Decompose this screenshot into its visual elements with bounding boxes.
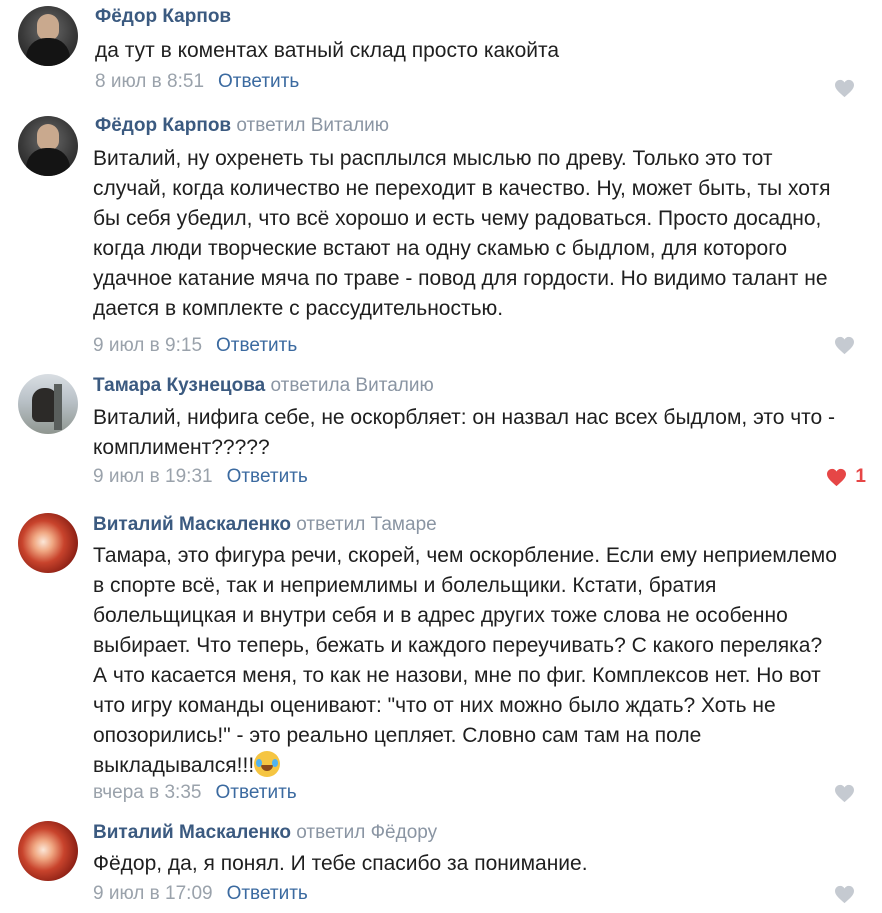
comment-meta: 9 июл в 17:09 Ответить — [93, 883, 308, 905]
comment-date[interactable]: вчера в 3:35 — [93, 782, 201, 803]
heart-icon — [835, 336, 854, 354]
reply-button[interactable]: Ответить — [215, 782, 296, 803]
like-button[interactable] — [834, 783, 856, 803]
author-link[interactable]: Виталий Маскаленко — [93, 514, 291, 535]
comment-text-body: Тамара, это фигура речи, скорей, чем оск… — [93, 544, 837, 777]
comment-meta: вчера в 3:35 Ответить — [93, 782, 297, 804]
like-button[interactable] — [834, 78, 856, 98]
comment-date[interactable]: 9 июл в 19:31 — [93, 466, 213, 487]
heart-icon — [835, 885, 854, 903]
author-name: Виталий Маскаленко ответил Тамаре — [93, 514, 437, 536]
author-name: Виталий Маскаленко ответил Фёдору — [93, 822, 437, 844]
like-button[interactable] — [834, 335, 856, 355]
heart-icon — [835, 79, 854, 97]
comment-date[interactable]: 9 июл в 17:09 — [93, 883, 213, 904]
avatar[interactable] — [18, 374, 78, 434]
reply-to-label[interactable]: ответил Виталию — [236, 115, 389, 136]
like-button[interactable] — [834, 884, 856, 904]
reply-button[interactable]: Ответить — [227, 883, 308, 904]
author-name[interactable]: Фёдор Карпов — [95, 6, 231, 28]
like-button[interactable]: 1 — [826, 466, 866, 487]
author-link[interactable]: Фёдор Карпов — [95, 115, 231, 136]
like-count: 1 — [855, 466, 866, 487]
comment-text: Виталий, ну охренеть ты расплылся мыслью… — [93, 147, 831, 320]
joy-tears-emoji — [254, 751, 281, 777]
comment-text: да тут в коментах ватный склад просто ка… — [95, 39, 560, 62]
author-name: Фёдор Карпов ответил Виталию — [95, 115, 389, 137]
author-link[interactable]: Фёдор Карпов — [95, 6, 231, 27]
author-link[interactable]: Виталий Маскаленко — [93, 822, 291, 843]
reply-to-label[interactable]: ответил Тамаре — [296, 514, 436, 535]
comment-text: Фёдор, да, я понял. И тебе спасибо за по… — [93, 852, 588, 875]
reply-to-label[interactable]: ответила Виталию — [271, 375, 434, 396]
comment-text: Виталий, нифига себе, не оскорбляет: он … — [93, 406, 836, 459]
reply-button[interactable]: Ответить — [218, 71, 299, 92]
avatar[interactable] — [18, 6, 78, 66]
author-name: Тамара Кузнецова ответила Виталию — [93, 375, 434, 397]
avatar[interactable] — [18, 116, 78, 176]
reply-to-label[interactable]: ответил Фёдору — [296, 822, 437, 843]
comment-text: Тамара, это фигура речи, скорей, чем оск… — [93, 541, 837, 781]
avatar[interactable] — [18, 821, 78, 881]
comment-meta: 8 июл в 8:51 Ответить — [95, 71, 299, 93]
comment-date[interactable]: 9 июл в 9:15 — [93, 335, 202, 356]
reply-button[interactable]: Ответить — [227, 466, 308, 487]
heart-icon — [827, 468, 847, 486]
comment-meta: 9 июл в 19:31 Ответить — [93, 466, 308, 488]
author-link[interactable]: Тамара Кузнецова — [93, 375, 265, 396]
comment-date[interactable]: 8 июл в 8:51 — [95, 71, 204, 92]
heart-icon — [835, 784, 854, 802]
reply-button[interactable]: Ответить — [216, 335, 297, 356]
comment-meta: 9 июл в 9:15 Ответить — [93, 335, 297, 357]
avatar[interactable] — [18, 513, 78, 573]
